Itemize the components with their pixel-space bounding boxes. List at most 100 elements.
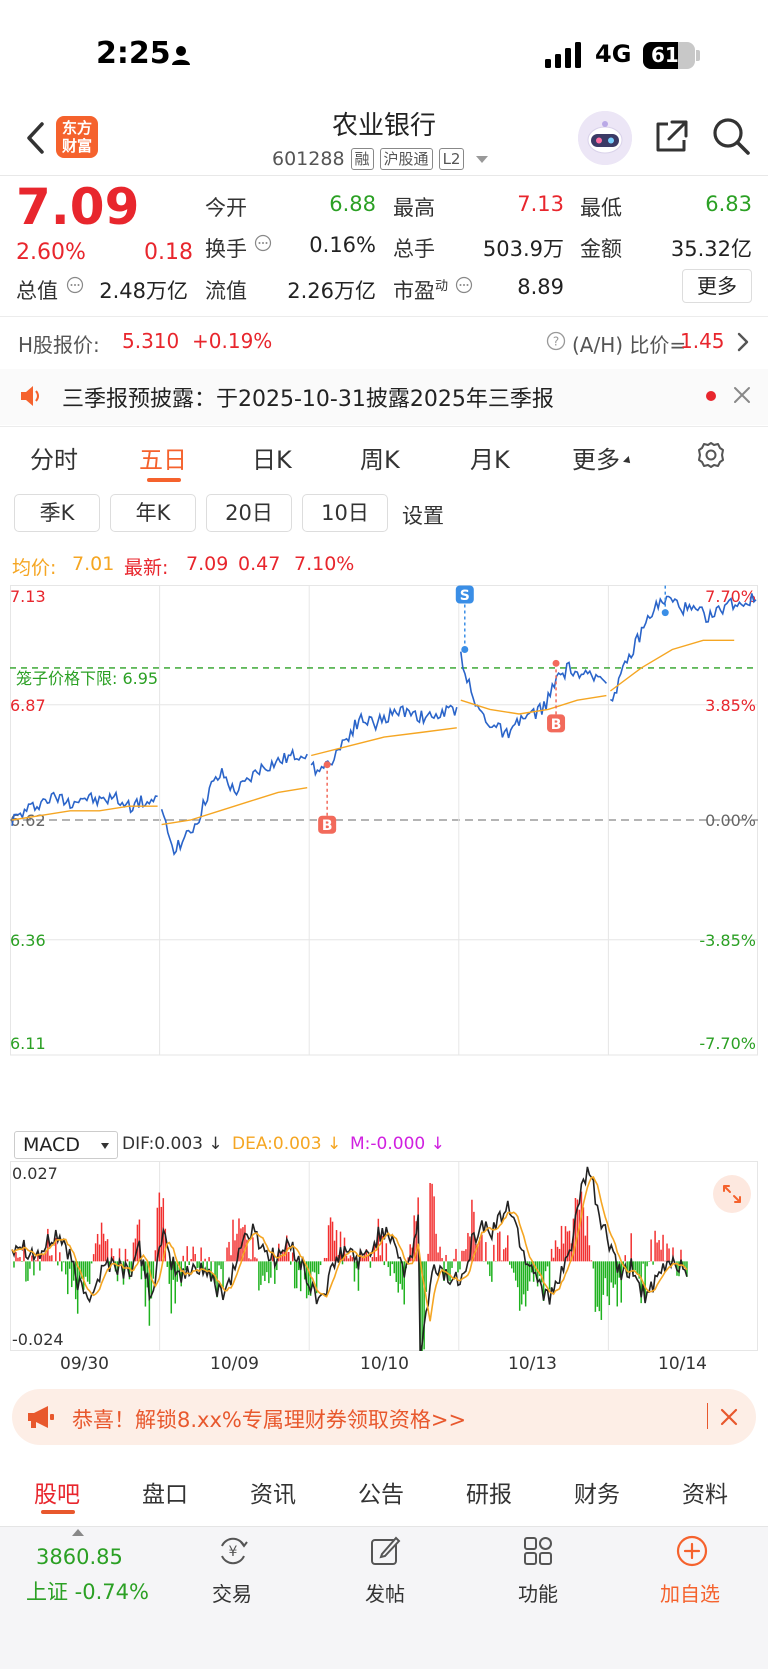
battery-cap [696,50,700,61]
expand-up-icon[interactable] [72,1529,84,1536]
trade-marker-dot [461,646,469,654]
ah-ratio-label: (A/H) 比价= [572,333,687,357]
add-watchlist-button[interactable]: 加自选 [660,1578,720,1607]
label-high: 最高 [393,196,435,220]
edit-post-icon[interactable] [368,1534,402,1568]
post-button[interactable]: 发帖 [365,1578,405,1607]
tab-weekly-k[interactable]: 周K [360,440,400,475]
bottom-tab-profile[interactable]: 资料 [682,1475,728,1509]
gear-icon[interactable] [696,440,726,470]
h-share-label: H股报价: [18,333,100,357]
y-tick-label-left: 6.36 [10,931,46,950]
label-amount: 金额 [580,237,622,261]
value-total-cap: 2.48万亿 [99,279,188,303]
unread-dot [706,391,716,401]
trade-button[interactable]: 交易 [212,1578,252,1607]
search-icon[interactable] [711,116,751,156]
index-name[interactable]: 上证 -0.74% [26,1576,149,1606]
info-dots-icon[interactable] [254,234,272,252]
active-tab-indicator [41,1510,75,1514]
more-button[interactable]: 更多 [682,269,752,303]
robot-assistant-icon[interactable] [578,111,632,165]
divider [0,426,768,427]
close-icon[interactable] [720,1408,738,1426]
promo-divider [707,1403,708,1429]
value-volume: 503.9万 [482,237,564,261]
macd-y-top-label: 0.027 [12,1164,58,1183]
legend-latest-value: 7.09 [186,553,229,575]
x-date-label: 10/09 [210,1354,259,1374]
tab-daily-k[interactable]: 日K [252,440,292,475]
stock-code: 601288 [272,148,345,170]
status-time: 2:25 [96,36,171,71]
battery-icon: 61 [643,42,695,69]
header-divider [0,175,768,176]
value-high: 7.13 [517,192,564,216]
chevron-down-icon[interactable] [476,155,489,163]
status-bar: 2:25 4G 61 [0,0,768,110]
chip-settings[interactable]: 设置 [402,500,444,530]
buy-marker-label: B [551,717,562,733]
price-line-segment [609,593,757,703]
label-float-cap: 流值 [205,279,247,303]
trade-marker-dot [661,609,669,617]
chip-10-day[interactable]: 10日 [302,494,388,532]
average-price-line-segment [311,727,457,757]
person-icon [172,46,190,65]
chip-year-k[interactable]: 年K [110,494,196,532]
sell-marker-label: S [460,588,470,604]
value-turnover: 0.16% [309,233,376,257]
chevron-right-icon[interactable] [736,331,750,353]
price-line-segment [310,704,458,778]
tab-five-day[interactable]: 五日 [139,440,187,475]
chart-frame [10,585,758,1056]
h-share-change: +0.19% [192,329,273,353]
cage-lower-label: 笼子价格下限: 6.95 [16,669,158,688]
bottom-tab-orderbook[interactable]: 盘口 [142,1475,188,1509]
legend-latest-change: 0.47 [238,553,281,575]
network-type: 4G [595,40,632,68]
bottom-tab-news[interactable]: 资讯 [250,1475,296,1509]
y-tick-label-right: -3.85% [699,931,756,950]
plus-circle-icon[interactable] [675,1534,709,1568]
close-icon[interactable] [733,386,751,404]
speaker-icon [21,386,39,406]
y-tick-label-right: 7.70% [705,587,756,606]
label-total-cap: 总值 [16,279,58,303]
info-dots-icon[interactable] [66,276,84,294]
value-low: 6.83 [705,192,752,216]
expand-icon[interactable] [713,1175,751,1213]
yuan-exchange-icon[interactable]: ¥ [216,1534,250,1568]
notice-text[interactable]: 三季报预披露：于2025-10-31披露2025年三季报 [62,381,554,413]
chip-quarter-k[interactable]: 季K [14,494,100,532]
bottom-tab-forum[interactable]: 股吧 [34,1475,80,1509]
label-volume: 总手 [393,237,435,261]
stock-subtitle[interactable]: 601288 融 沪股通 L2 [272,146,489,172]
index-value[interactable]: 3860.85 [36,1545,123,1569]
tab-intraday[interactable]: 分时 [30,440,78,475]
macd-chart[interactable]: 0.027 -0.024 [10,1161,758,1351]
change-percent: 2.60% [16,240,86,265]
promo-text[interactable]: 恭喜！解锁8.xx%专属理财券领取资格>> [72,1404,466,1434]
bottom-tab-announcements[interactable]: 公告 [358,1475,404,1509]
chip-20-day[interactable]: 20日 [206,494,292,532]
x-date-label: 10/13 [508,1354,557,1374]
label-turnover: 换手 [205,237,247,261]
tab-more[interactable]: 更多 [572,440,633,475]
divider [0,316,768,317]
price-line-segment [460,651,608,739]
h-share-price: 5.310 [122,329,180,353]
indicator-selector[interactable]: MACD [14,1131,118,1159]
legend-avg-value: 7.01 [72,553,115,575]
tab-monthly-k[interactable]: 月K [470,440,510,475]
functions-button[interactable]: 功能 [518,1578,558,1607]
change-amount: 0.18 [144,240,193,265]
macd-dif: DIF:0.003 ↓ [122,1134,223,1154]
price-chart[interactable]: 笼子价格下限: 6.957.13 7.70%6.87 3.85%6.62 0.00%6… [10,585,758,1125]
help-icon[interactable]: ? [546,331,566,351]
info-dots-icon[interactable] [455,276,473,294]
bottom-tab-research[interactable]: 研报 [466,1475,512,1509]
bottom-tab-financials[interactable]: 财务 [574,1475,620,1509]
share-icon[interactable] [652,118,690,156]
grid-apps-icon[interactable] [521,1534,555,1568]
